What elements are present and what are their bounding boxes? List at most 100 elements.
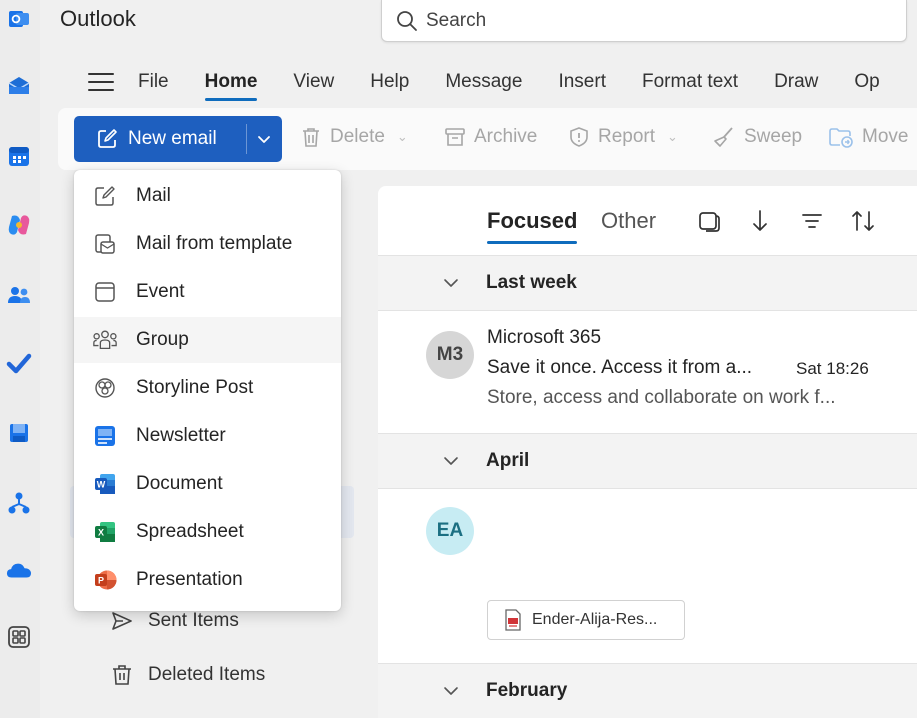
attachment-name: Ender-Alija-Res... — [532, 611, 658, 628]
menu-item-label: Group — [136, 329, 189, 350]
jump-to-icon[interactable] — [747, 208, 773, 234]
folder-label: Deleted Items — [148, 664, 266, 685]
ribbon-tabs: File Home View Help Message Insert Forma… — [58, 58, 917, 106]
folder-deleted-items[interactable]: Deleted Items — [110, 663, 265, 687]
new-email-button[interactable]: New email — [74, 116, 282, 162]
shield-warning-icon — [570, 127, 588, 147]
compose-icon — [92, 183, 118, 209]
menu-item-storyline-post[interactable]: Storyline Post — [74, 365, 341, 411]
move-label: Move — [862, 126, 909, 147]
tab-focused[interactable]: Focused — [487, 208, 578, 244]
tab-view[interactable]: View — [293, 71, 334, 93]
menu-item-mail-from-template[interactable]: Mail from template — [74, 221, 341, 267]
menu-item-document[interactable]: W Document — [74, 461, 341, 507]
attachment-chip[interactable]: Ender-Alija-Res... — [487, 600, 685, 640]
group-header-april[interactable]: April — [378, 433, 917, 489]
chevron-down-icon[interactable] — [442, 274, 460, 292]
new-email-divider — [246, 124, 247, 154]
new-email-label: New email — [128, 128, 217, 149]
svg-text:X: X — [98, 528, 104, 538]
sort-icon[interactable] — [850, 208, 876, 234]
filter-icon[interactable] — [799, 208, 825, 234]
send-icon — [112, 612, 132, 630]
mail-icon[interactable] — [6, 73, 32, 99]
group-label: April — [486, 450, 530, 471]
menu-item-label: Mail — [136, 185, 171, 206]
move-button[interactable]: Move — [828, 126, 908, 148]
chevron-down-icon[interactable]: ⌄ — [397, 129, 408, 145]
report-button[interactable]: Report ⌄ — [568, 126, 678, 148]
tab-insert[interactable]: Insert — [558, 71, 606, 93]
avatar: EA — [426, 507, 474, 555]
menu-item-spreadsheet[interactable]: X Spreadsheet — [74, 509, 341, 555]
search-icon — [397, 10, 417, 31]
storyline-icon — [92, 375, 118, 401]
message-list-header: Focused Other — [378, 186, 917, 254]
search-placeholder: Search — [426, 9, 487, 31]
menu-item-label: Storyline Post — [136, 377, 254, 398]
newsletter-icon — [92, 423, 118, 449]
menu-item-newsletter[interactable]: Newsletter — [74, 413, 341, 459]
copilot-icon[interactable] — [6, 212, 32, 238]
tab-help[interactable]: Help — [370, 71, 409, 93]
chevron-down-icon[interactable] — [442, 682, 460, 700]
bookings-icon[interactable] — [6, 420, 32, 446]
group-header-february[interactable]: February — [378, 663, 917, 718]
menu-item-label: Mail from template — [136, 233, 293, 254]
search-input[interactable]: Search — [381, 0, 907, 42]
broom-icon — [714, 127, 733, 147]
todo-icon[interactable] — [6, 350, 32, 376]
trash-icon — [303, 128, 319, 147]
message-item[interactable]: M3 Microsoft 365 Save it once. Access it… — [378, 311, 917, 431]
tab-message[interactable]: Message — [445, 71, 522, 93]
tab-home[interactable]: Home — [204, 71, 257, 101]
ribbon-toolbar: New email Delete ⌄ Archive Report ⌄ Swee… — [58, 108, 917, 170]
delete-button[interactable]: Delete ⌄ — [300, 126, 408, 148]
tab-draw[interactable]: Draw — [774, 71, 818, 93]
archive-icon — [445, 128, 465, 146]
group-header-last-week[interactable]: Last week — [378, 255, 917, 311]
svg-text:P: P — [98, 576, 104, 586]
calendar-icon[interactable] — [6, 143, 32, 169]
folder-move-icon — [829, 128, 853, 148]
message-preview: Store, access and collaborate on work f.… — [487, 387, 836, 408]
chevron-down-icon[interactable]: ⌄ — [667, 129, 678, 145]
people-icon[interactable] — [6, 282, 32, 308]
message-item[interactable]: EA Ender-Alija-Res... — [378, 489, 917, 661]
template-icon — [92, 231, 118, 257]
delete-label: Delete — [330, 126, 385, 147]
org-explorer-icon[interactable] — [6, 490, 32, 516]
menu-item-label: Spreadsheet — [136, 521, 244, 542]
calendar-event-icon — [92, 279, 118, 305]
group-label: February — [486, 680, 568, 701]
menu-item-group[interactable]: Group — [74, 317, 341, 363]
chevron-down-icon[interactable] — [256, 131, 272, 147]
new-item-menu: Mail Mail from template Event Group Stor… — [74, 170, 341, 611]
onedrive-icon[interactable] — [6, 558, 32, 584]
tab-other[interactable]: Other — [601, 208, 656, 234]
message-subject: Save it once. Access it from a... — [487, 357, 753, 378]
app-title: Outlook — [60, 6, 136, 31]
tab-file[interactable]: File — [138, 71, 169, 93]
folder-sent-items[interactable]: Sent Items — [110, 609, 239, 633]
menu-item-mail[interactable]: Mail — [74, 173, 341, 219]
menu-item-event[interactable]: Event — [74, 269, 341, 315]
trash-icon — [113, 665, 131, 685]
word-icon: W — [92, 471, 118, 497]
app-rail — [0, 0, 40, 718]
tab-options[interactable]: Op — [854, 71, 879, 93]
outlook-logo-icon[interactable] — [6, 6, 32, 32]
avatar: M3 — [426, 331, 474, 379]
menu-item-presentation[interactable]: P Presentation — [74, 557, 341, 603]
excel-icon: X — [92, 519, 118, 545]
hamburger-menu-icon[interactable] — [88, 73, 114, 91]
chevron-down-icon[interactable] — [442, 452, 460, 470]
sweep-label: Sweep — [744, 126, 803, 147]
archive-button[interactable]: Archive — [444, 126, 537, 148]
message-list: Focused Other Last week M3 Microsoft 365… — [378, 186, 917, 718]
message-time: Sat 18:26 — [796, 359, 869, 378]
tab-format-text[interactable]: Format text — [642, 71, 738, 93]
sweep-button[interactable]: Sweep — [712, 126, 802, 148]
select-icon[interactable] — [696, 208, 722, 234]
more-apps-icon[interactable] — [6, 624, 32, 650]
